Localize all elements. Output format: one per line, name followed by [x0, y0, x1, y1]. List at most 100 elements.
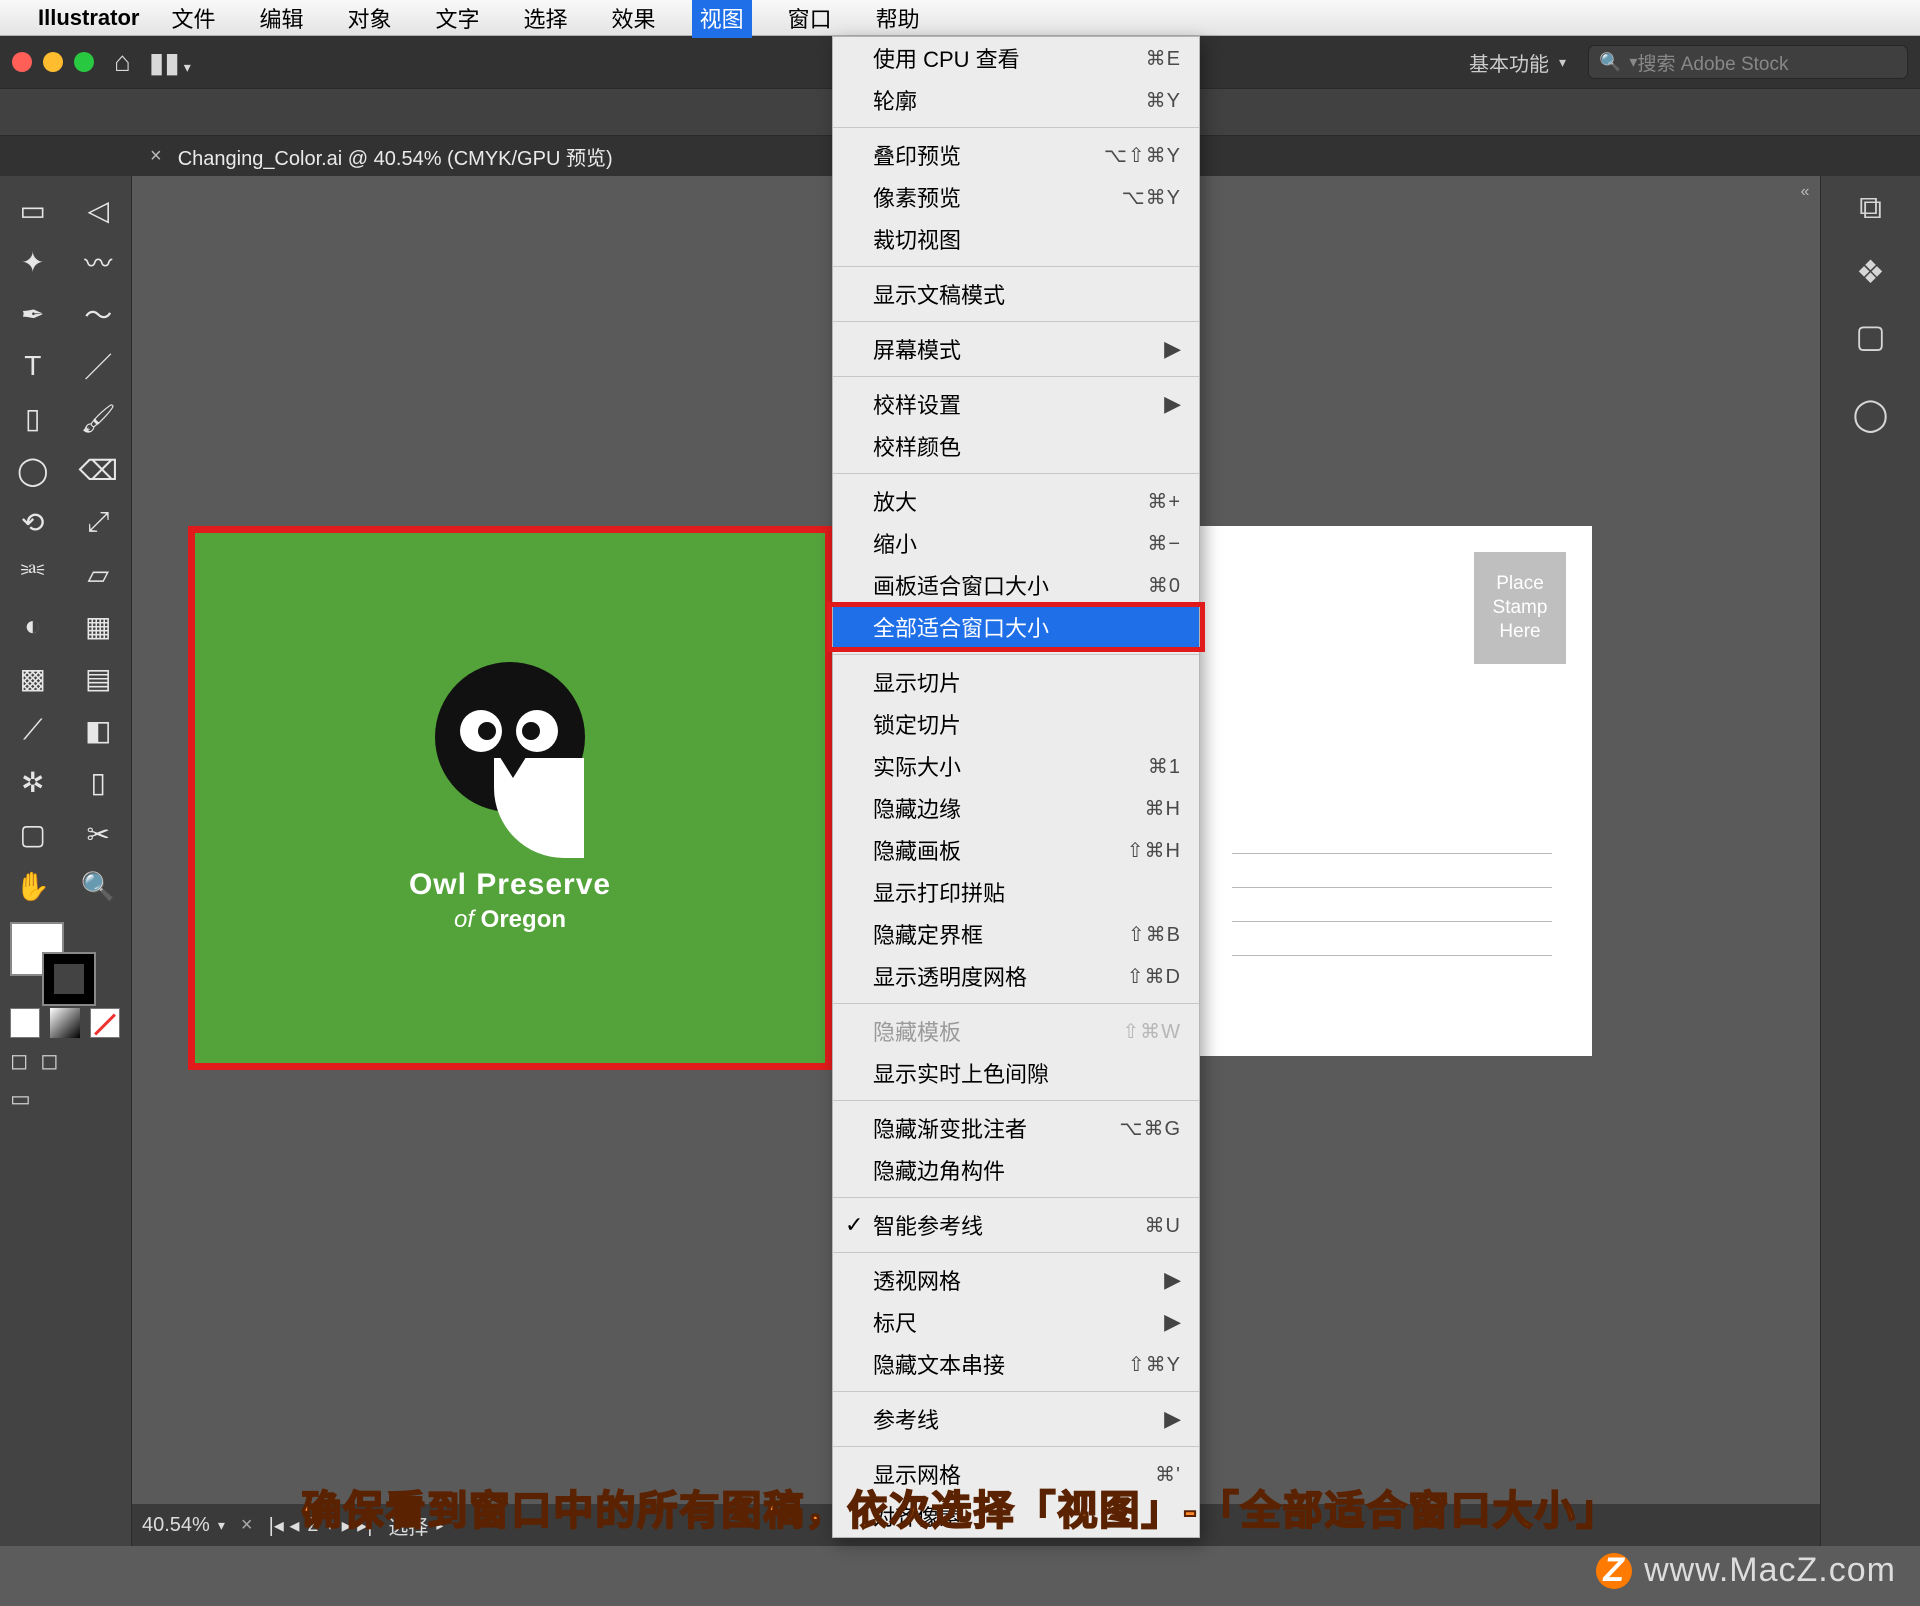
menu-item[interactable]: 锁定切片: [833, 703, 1199, 745]
menu-object[interactable]: 对象: [340, 0, 400, 38]
minimize-window-button[interactable]: [43, 52, 63, 72]
menu-item-label: 隐藏文本串接: [873, 1348, 1005, 1380]
slice-tool-icon[interactable]: ✂: [66, 808, 132, 860]
column-graph-tool-icon[interactable]: ▯: [66, 756, 132, 808]
zoom-tool-icon[interactable]: 🔍: [66, 860, 132, 912]
gradient-mode-icon[interactable]: [50, 1008, 80, 1038]
menu-view[interactable]: 视图: [692, 0, 752, 38]
menu-item-shortcut: ⌘+: [1147, 489, 1181, 514]
menu-item[interactable]: 显示切片: [833, 661, 1199, 703]
screen-mode-icon[interactable]: ▭: [10, 1086, 31, 1112]
menu-item[interactable]: 校样颜色: [833, 425, 1199, 467]
width-tool-icon[interactable]: ⎃: [0, 548, 66, 600]
menu-item[interactable]: 屏幕模式▶: [833, 328, 1199, 370]
menu-item[interactable]: 标尺▶: [833, 1301, 1199, 1343]
gradient-tool-icon[interactable]: ▤: [66, 652, 132, 704]
menu-item[interactable]: 轮廓 ⌘Y: [833, 79, 1199, 121]
menu-item[interactable]: 放大⌘+: [833, 480, 1199, 522]
shaper-tool-icon[interactable]: ◯: [0, 444, 66, 496]
rectangle-tool-icon[interactable]: ▯: [0, 392, 66, 444]
menu-item[interactable]: 画板适合窗口大小⌘0: [833, 564, 1199, 606]
selection-tool-icon[interactable]: ▭: [0, 184, 66, 236]
menu-item[interactable]: 校样设置▶: [833, 383, 1199, 425]
close-tab-icon[interactable]: ×: [150, 145, 162, 168]
type-tool-icon[interactable]: T: [0, 340, 66, 392]
menu-item[interactable]: 显示实时上色间隙: [833, 1052, 1199, 1094]
curvature-tool-icon[interactable]: 〜: [66, 288, 132, 340]
menu-item[interactable]: 实际大小⌘1: [833, 745, 1199, 787]
draw-behind-icon[interactable]: ◻: [40, 1048, 58, 1074]
color-mode-icon[interactable]: [10, 1008, 40, 1038]
shape-builder-tool-icon[interactable]: ◐: [0, 600, 66, 652]
adobe-stock-search[interactable]: 🔍 ▾ 搜索 Adobe Stock: [1588, 45, 1908, 79]
menu-item[interactable]: 像素预览⌥⌘Y: [833, 176, 1199, 218]
blend-tool-icon[interactable]: ◧: [66, 704, 132, 756]
zoom-window-button[interactable]: [74, 52, 94, 72]
menu-select[interactable]: 选择: [516, 0, 576, 38]
draw-normal-icon[interactable]: ◻: [10, 1048, 28, 1074]
menu-item[interactable]: 隐藏画板⇧⌘H: [833, 829, 1199, 871]
menu-item[interactable]: 全部适合窗口大小: [833, 606, 1199, 648]
expand-panels-icon[interactable]: «: [1793, 180, 1817, 204]
menu-item[interactable]: 透视网格▶: [833, 1259, 1199, 1301]
document-tab[interactable]: × Changing_Color.ai @ 40.54% (CMYK/GPU 预…: [150, 142, 613, 171]
artboard-tool-icon[interactable]: ▢: [0, 808, 66, 860]
menu-item[interactable]: 隐藏文本串接⇧⌘Y: [833, 1343, 1199, 1385]
menu-item[interactable]: 参考线▶: [833, 1398, 1199, 1440]
menu-effect[interactable]: 效果: [604, 0, 664, 38]
rotate-tool-icon[interactable]: ⟲: [0, 496, 66, 548]
mesh-tool-icon[interactable]: ▩: [0, 652, 66, 704]
menu-file[interactable]: 文件: [163, 0, 223, 38]
menu-item[interactable]: 隐藏边角构件: [833, 1149, 1199, 1191]
menu-item[interactable]: 缩小⌘−: [833, 522, 1199, 564]
symbol-sprayer-tool-icon[interactable]: ✲: [0, 756, 66, 808]
menu-help[interactable]: 帮助: [868, 0, 928, 38]
menu-item[interactable]: 隐藏渐变批注者⌥⌘G: [833, 1107, 1199, 1149]
menu-item[interactable]: 隐藏边缘⌘H: [833, 787, 1199, 829]
perspective-grid-tool-icon[interactable]: ▦: [66, 600, 132, 652]
menu-item[interactable]: 显示打印拼贴: [833, 871, 1199, 913]
menu-item-label: 显示文稿模式: [873, 278, 1005, 310]
menu-item[interactable]: 显示文稿模式: [833, 273, 1199, 315]
close-window-button[interactable]: [12, 52, 32, 72]
hand-tool-icon[interactable]: ✋: [0, 860, 66, 912]
fill-stroke-control[interactable]: [0, 918, 131, 1004]
line-tool-icon[interactable]: ／: [66, 340, 132, 392]
scale-tool-icon[interactable]: ⤢: [66, 496, 132, 548]
menu-edit[interactable]: 编辑: [251, 0, 311, 38]
menu-window[interactable]: 窗口: [780, 0, 840, 38]
eraser-tool-icon[interactable]: ⌫: [66, 444, 132, 496]
magic-wand-tool-icon[interactable]: ✦: [0, 236, 66, 288]
eyedropper-tool-icon[interactable]: ⟋: [0, 704, 66, 756]
arrange-documents-icon[interactable]: ▮▮▾: [149, 46, 191, 79]
paintbrush-tool-icon[interactable]: 🖌: [66, 392, 132, 444]
properties-panel-icon[interactable]: ◯: [1821, 382, 1920, 446]
menu-item[interactable]: 裁切视图: [833, 218, 1199, 260]
none-mode-icon[interactable]: [90, 1008, 120, 1038]
pen-tool-icon[interactable]: ✒: [0, 288, 66, 340]
menu-item[interactable]: 叠印预览 ⌥⇧⌘Y: [833, 134, 1199, 176]
menu-item[interactable]: 使用 CPU 查看⌘E: [833, 37, 1199, 79]
menu-item-label: 隐藏模板: [873, 1015, 961, 1047]
menu-item-label: 轮廓: [873, 84, 917, 116]
artboard-1[interactable]: Owl Preserve of Oregon: [195, 533, 825, 1063]
free-transform-tool-icon[interactable]: ▱: [66, 548, 132, 600]
menu-item-shortcut: ⇧⌘B: [1128, 922, 1181, 947]
menu-item-shortcut: ⌥⇧⌘Y: [1104, 143, 1181, 168]
libraries-panel-icon[interactable]: ⧉: [1821, 176, 1920, 240]
app-name[interactable]: Illustrator: [38, 5, 139, 31]
lasso-tool-icon[interactable]: 〰: [66, 236, 132, 288]
menu-item[interactable]: 显示透明度网格⇧⌘D: [833, 955, 1199, 997]
menu-item-shortcut: ⌘Y: [1146, 88, 1181, 113]
menu-type[interactable]: 文字: [428, 0, 488, 38]
menu-item-label: 叠印预览: [873, 139, 961, 171]
artboards-panel-icon[interactable]: ▢: [1821, 304, 1920, 368]
menu-item-shortcut: ⌘1: [1148, 754, 1181, 779]
stroke-swatch[interactable]: [42, 952, 96, 1006]
home-icon[interactable]: ⌂: [114, 46, 131, 78]
menu-item[interactable]: 隐藏定界框⇧⌘B: [833, 913, 1199, 955]
layers-panel-icon[interactable]: ❖: [1821, 240, 1920, 304]
menu-item[interactable]: ✓智能参考线⌘U: [833, 1204, 1199, 1246]
direct-selection-tool-icon[interactable]: ◁: [66, 184, 132, 236]
workspace-switcher[interactable]: 基本功能 ▾: [1469, 48, 1566, 77]
